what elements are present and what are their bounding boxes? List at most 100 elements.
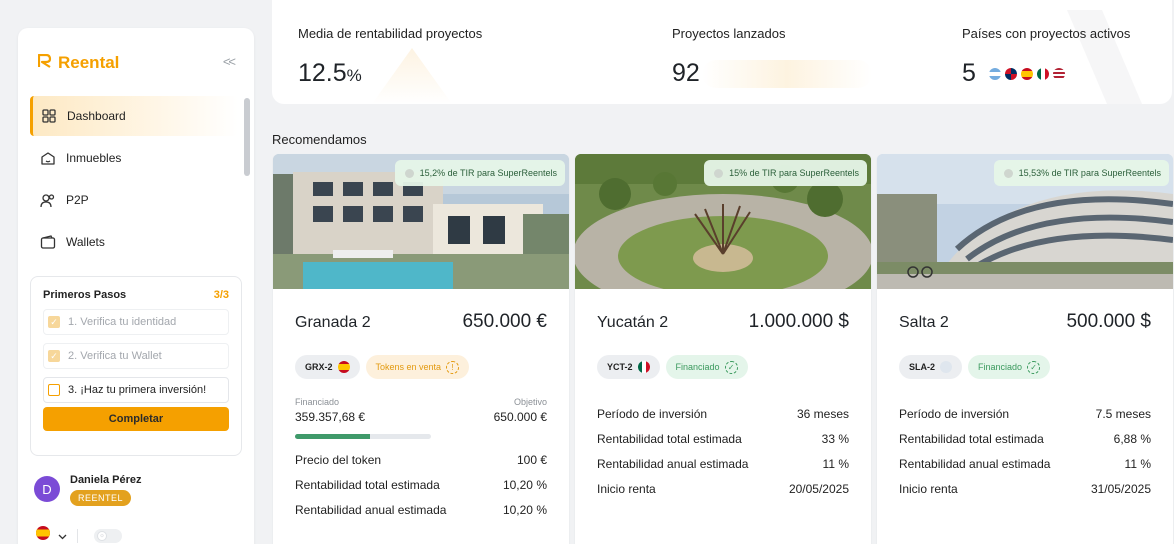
project-image[interactable]: 15,53% de TIR para SuperReentels	[877, 154, 1173, 289]
detail-row: Rentabilidad total estimada 10,20 %	[295, 477, 547, 492]
nav-item-label: P2P	[66, 193, 89, 207]
checkbox-checked-icon[interactable]: ✓	[48, 350, 60, 362]
nav-item-label: Dashboard	[67, 109, 126, 123]
nav-item-wallets[interactable]: Wallets	[30, 222, 238, 262]
country-flags	[988, 68, 1065, 81]
dominican-flag-icon	[1004, 68, 1017, 81]
language-selector[interactable]	[36, 526, 67, 544]
step-label: 2. Verifica tu Wallet	[68, 350, 162, 362]
nav-item-dashboard[interactable]: Dashboard	[30, 96, 238, 136]
user-tier-badge: REENTEL	[70, 490, 132, 506]
check-circle-icon: ✓	[724, 360, 738, 374]
project-code-tag: SLA-2	[899, 355, 963, 379]
nav-item-label: Wallets	[66, 235, 105, 249]
step-verify-wallet[interactable]: ✓ 2. Verifica tu Wallet	[43, 343, 229, 369]
project-card-salta-2[interactable]: 15,53% de TIR para SuperReentels Salta 2…	[877, 154, 1173, 544]
project-name: Granada 2	[295, 314, 371, 331]
project-details: Precio del token 100 € Rentabilidad total…	[295, 447, 547, 522]
recommended-title: Recomendamos	[272, 132, 367, 147]
detail-row: Período de inversión 36 meses	[597, 406, 849, 421]
project-price: 1.000.000 $	[748, 311, 849, 332]
avatar[interactable]: D	[34, 476, 60, 502]
project-card-granada-2[interactable]: 15,2% de TIR para SuperReentels Granada …	[273, 154, 569, 544]
grid-icon	[41, 108, 57, 124]
stat-value: 5	[962, 59, 1130, 88]
detail-row: Período de inversión 7.5 meses	[899, 406, 1151, 421]
stats-card: Media de rentabilidad proyectos 12.5% Pr…	[272, 0, 1172, 104]
detail-row: Inicio renta 31/05/2025	[899, 481, 1151, 496]
first-steps-panel: Primeros Pasos 3/3 ✓ 1. Verifica tu iden…	[30, 276, 242, 456]
detail-row: Rentabilidad anual estimada 11 %	[899, 456, 1151, 471]
stat-label: Países con proyectos activos	[962, 26, 1131, 41]
first-steps-title: Primeros Pasos	[43, 289, 127, 301]
leaf-icon	[1003, 168, 1013, 178]
stat-value: 12.5%	[298, 59, 362, 87]
stat-projects-launched: Proyectos lanzados 92	[672, 26, 785, 88]
status-badge: Financiado ✓	[665, 355, 748, 379]
collapse-sidebar-button[interactable]: <<	[223, 54, 236, 69]
step-verify-identity[interactable]: ✓ 1. Verifica tu identidad	[43, 309, 229, 335]
tir-text: 15% de TIR para SuperReentels	[729, 168, 859, 178]
nav-item-label: Inmuebles	[66, 151, 122, 165]
logo-text: Reental	[58, 52, 120, 72]
project-image[interactable]: 15% de TIR para SuperReentels	[575, 154, 871, 289]
checkbox-checked-icon[interactable]: ✓	[48, 316, 60, 328]
user-profile[interactable]: D Daniela Pérez REENTEL	[34, 474, 142, 506]
goal-label: Objetivo	[513, 397, 547, 407]
progress-fill	[295, 434, 370, 439]
detail-row: Precio del token 100 €	[295, 452, 547, 467]
funded-value: 359.357,68 €	[295, 410, 366, 424]
nav-item-p2p[interactable]: P2P	[30, 180, 238, 220]
check-circle-icon: ✓	[1027, 360, 1041, 374]
tir-badge: 15% de TIR para SuperReentels	[704, 160, 867, 186]
stat-average-return: Media de rentabilidad proyectos 12.5%	[298, 26, 482, 88]
reental-logo[interactable]: Reental	[37, 52, 120, 73]
project-price: 500.000 $	[1066, 311, 1151, 332]
checkbox-empty-icon[interactable]	[48, 384, 60, 396]
detail-row: Rentabilidad total estimada 33 %	[597, 431, 849, 446]
first-steps-count: 3/3	[213, 289, 229, 301]
complete-button[interactable]: Completar	[43, 407, 229, 431]
detail-row: Rentabilidad anual estimada 11 %	[597, 456, 849, 471]
sun-icon: ☼	[97, 530, 107, 541]
sidebar: Reental << Dashboard Inmuebles P2P Walle	[18, 28, 254, 544]
sidebar-scrollbar[interactable]	[244, 98, 250, 176]
project-details: Período de inversión 36 meses Rentabilida…	[597, 401, 849, 501]
project-card-yucatan-2[interactable]: 15% de TIR para SuperReentels Yucatán 2 …	[575, 154, 871, 544]
stat-active-countries: Países con proyectos activos 5	[962, 26, 1130, 88]
main-nav: Dashboard Inmuebles P2P Wallets	[30, 96, 238, 264]
tir-text: 15,53% de TIR para SuperReentels	[1018, 168, 1161, 178]
stat-label: Proyectos lanzados	[672, 26, 786, 41]
spain-flag-icon	[337, 361, 350, 373]
detail-row: Inicio renta 20/05/2025	[597, 481, 849, 496]
step-first-investment[interactable]: 3. ¡Haz tu primera inversión!	[43, 377, 229, 403]
step-label: 1. Verifica tu identidad	[68, 316, 177, 328]
detail-row: Rentabilidad total estimada 6,88 %	[899, 431, 1151, 446]
spain-flag-icon	[36, 526, 50, 544]
house-icon	[40, 150, 56, 166]
mexico-flag-icon	[1036, 68, 1049, 81]
status-badge: Tokens en venta !	[365, 355, 470, 379]
status-badge: Financiado ✓	[968, 355, 1051, 379]
goal-value: 650.000 €	[493, 410, 547, 424]
tir-badge: 15,2% de TIR para SuperReentels	[394, 160, 565, 186]
project-code-tag: GRX-2	[295, 355, 360, 379]
project-details: Período de inversión 7.5 meses Rentabilid…	[899, 401, 1151, 501]
usa-flag-icon	[1052, 68, 1065, 81]
user-name: Daniela Pérez	[70, 474, 142, 486]
project-price: 650.000 €	[462, 311, 547, 332]
step-label: 3. ¡Haz tu primera inversión!	[68, 384, 207, 396]
mexico-flag-icon	[637, 361, 650, 373]
nav-item-inmuebles[interactable]: Inmuebles	[30, 138, 238, 178]
detail-row: Rentabilidad anual estimada 10,20 %	[295, 502, 547, 517]
theme-toggle[interactable]: ☼	[94, 528, 122, 543]
project-name: Salta 2	[899, 314, 949, 331]
spain-flag-icon	[1020, 68, 1033, 81]
funded-label: Financiado	[295, 397, 340, 407]
funding-progress-bar	[295, 434, 431, 439]
argentina-flag-icon	[988, 68, 1001, 81]
tir-text: 15,2% de TIR para SuperReentels	[419, 168, 557, 178]
project-image[interactable]: 15,2% de TIR para SuperReentels	[273, 154, 569, 289]
project-name: Yucatán 2	[597, 314, 669, 331]
argentina-flag-icon	[940, 361, 953, 373]
